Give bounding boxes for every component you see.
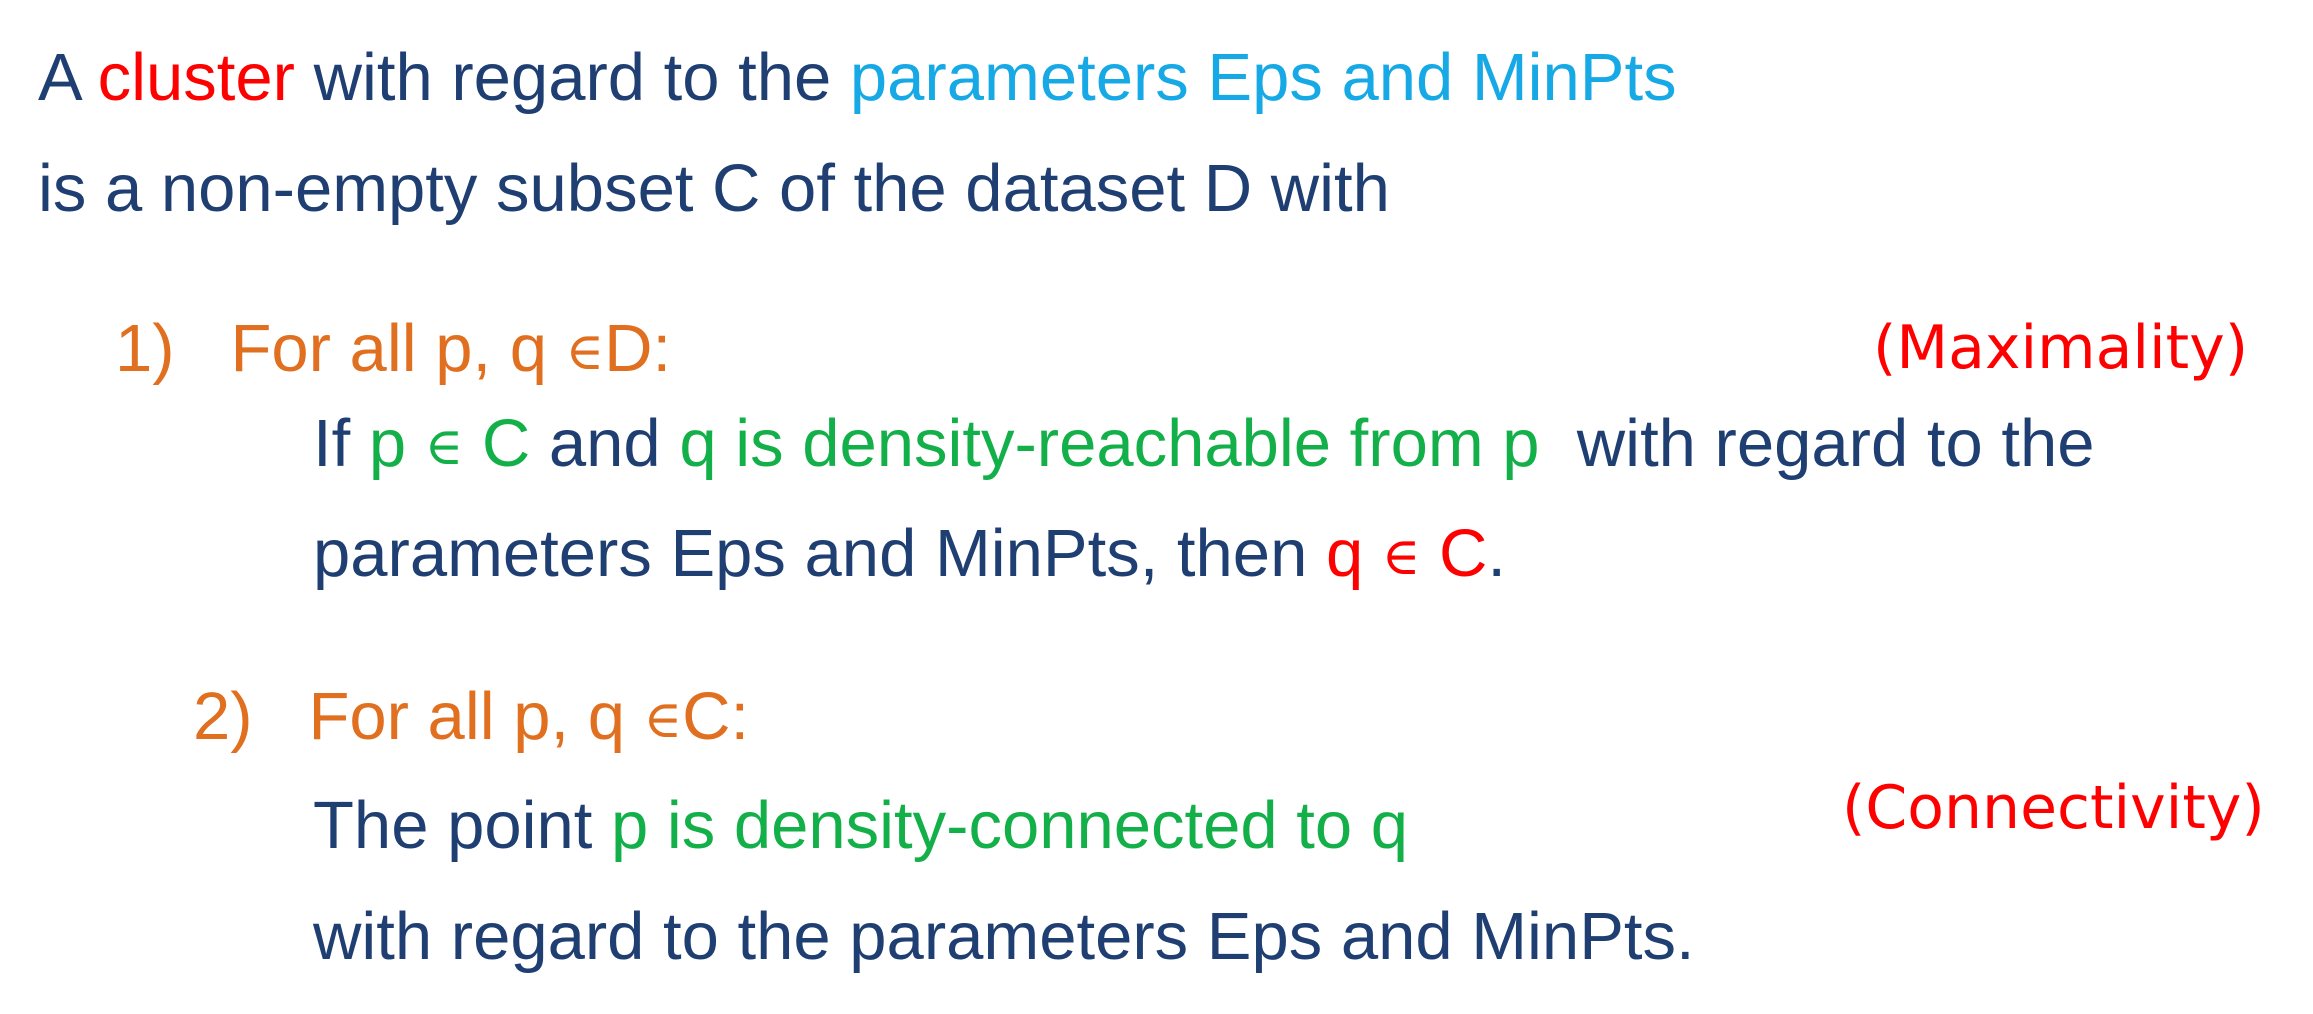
- condition-2-quantifier: For all p, q: [308, 679, 625, 754]
- period: .: [1487, 516, 1506, 591]
- cluster-term: cluster: [97, 40, 295, 115]
- and-word: and: [548, 406, 661, 481]
- condition-1-heading: 1) For all p, q ∈D:: [115, 315, 671, 382]
- condition-1-set: D:: [604, 311, 672, 386]
- condition-1-body-line-1: If p ∈ C and q is density-reachable from…: [313, 410, 2094, 477]
- condition-2-number: 2): [193, 679, 253, 754]
- connectivity-label: (Connectivity): [1842, 773, 2265, 843]
- condition-2-body-line-1: The point p is density-connected to q: [313, 792, 1408, 859]
- condition-1-quantifier: For all p, q: [230, 311, 547, 386]
- article-a: A: [38, 40, 79, 115]
- c-set: C: [1438, 516, 1488, 591]
- density-connected-term: p is density-connected to q: [610, 788, 1409, 863]
- condition-2-set: C:: [682, 679, 750, 754]
- q-variable: q: [1325, 516, 1364, 591]
- c-set: C: [481, 406, 531, 481]
- condition-1-body-line-2: parameters Eps and MinPts, then q ∈ C.: [313, 520, 1506, 587]
- maximality-label: (Maximality): [1873, 313, 2249, 383]
- definition-line-1: A cluster with regard to the parameters …: [38, 44, 1677, 111]
- condition-2-heading: 2) For all p, q ∈C:: [193, 683, 749, 750]
- element-of-symbol: ∈: [643, 690, 683, 750]
- element-of-symbol: ∈: [424, 417, 464, 477]
- element-of-symbol: ∈: [565, 322, 605, 382]
- parameters-term: parameters Eps and MinPts: [849, 40, 1677, 115]
- element-of-symbol: ∈: [1381, 527, 1421, 587]
- p-variable: p: [368, 406, 407, 481]
- the-point-text: The point: [313, 788, 593, 863]
- condition-2-body-line-2: with regard to the parameters Eps and Mi…: [313, 899, 1695, 974]
- if-word: If: [313, 406, 351, 481]
- density-reachable-term: q is density-reachable from p: [679, 406, 1540, 481]
- with-regard-text: with regard to the: [1576, 406, 2095, 481]
- definition-line-2: is a non-empty subset C of the dataset D…: [38, 151, 1390, 226]
- condition-1-number: 1): [115, 311, 175, 386]
- with-regard-text: with regard to the: [313, 40, 832, 115]
- parameters-then-text: parameters Eps and MinPts, then: [313, 516, 1308, 591]
